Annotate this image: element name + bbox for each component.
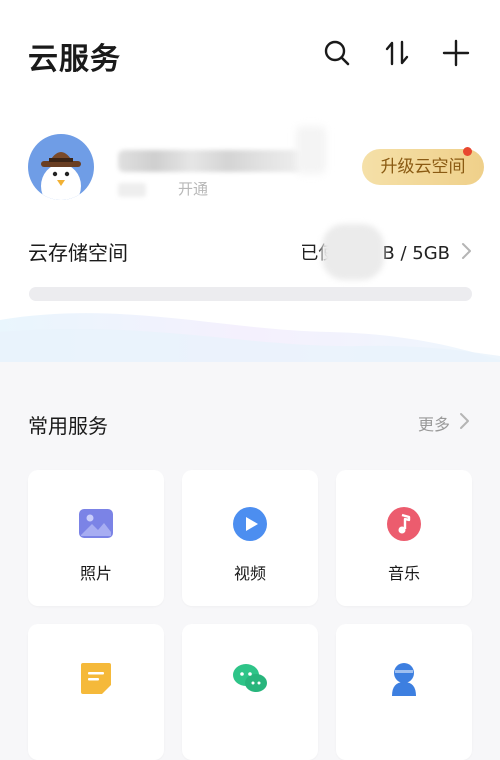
redacted-usage xyxy=(322,224,384,280)
page-title: 云服务 xyxy=(28,42,121,77)
penguin-detective-avatar-icon xyxy=(41,152,81,200)
redacted-username xyxy=(118,150,302,172)
chevron-right-icon[interactable] xyxy=(458,412,472,430)
storage-label: 云存储空间 xyxy=(28,241,128,265)
chat-icon xyxy=(233,664,267,692)
more-services-link[interactable]: 更多 xyxy=(418,411,450,435)
video-play-icon xyxy=(233,507,267,541)
contact-icon xyxy=(392,663,416,696)
service-card-music[interactable]: 音乐 xyxy=(336,470,472,606)
services-title: 常用服务 xyxy=(28,414,108,438)
service-label: 视频 xyxy=(233,564,266,583)
service-card-contacts[interactable] xyxy=(336,624,472,760)
storage-progress-bar xyxy=(29,287,472,301)
notification-dot xyxy=(463,147,472,156)
upgrade-label: 升级云空间 xyxy=(380,157,466,177)
add-icon[interactable] xyxy=(441,38,471,68)
music-note-icon xyxy=(387,507,421,541)
avatar[interactable] xyxy=(28,134,94,200)
service-card-videos[interactable]: 视频 xyxy=(182,470,318,606)
service-card-photos[interactable]: 照片 xyxy=(28,470,164,606)
chevron-right-icon[interactable] xyxy=(460,242,474,260)
photo-icon xyxy=(79,509,113,538)
service-label: 照片 xyxy=(79,564,112,583)
search-icon[interactable] xyxy=(322,38,352,68)
upgrade-storage-button[interactable]: 升级云空间 xyxy=(362,147,484,185)
service-card-notes[interactable] xyxy=(28,624,164,760)
service-card-chat[interactable] xyxy=(182,624,318,760)
redacted-patch xyxy=(296,126,326,174)
service-label: 音乐 xyxy=(387,564,420,583)
note-icon xyxy=(81,663,111,694)
transfer-icon[interactable] xyxy=(382,38,412,68)
account-sub-text: 开通 xyxy=(118,178,208,199)
